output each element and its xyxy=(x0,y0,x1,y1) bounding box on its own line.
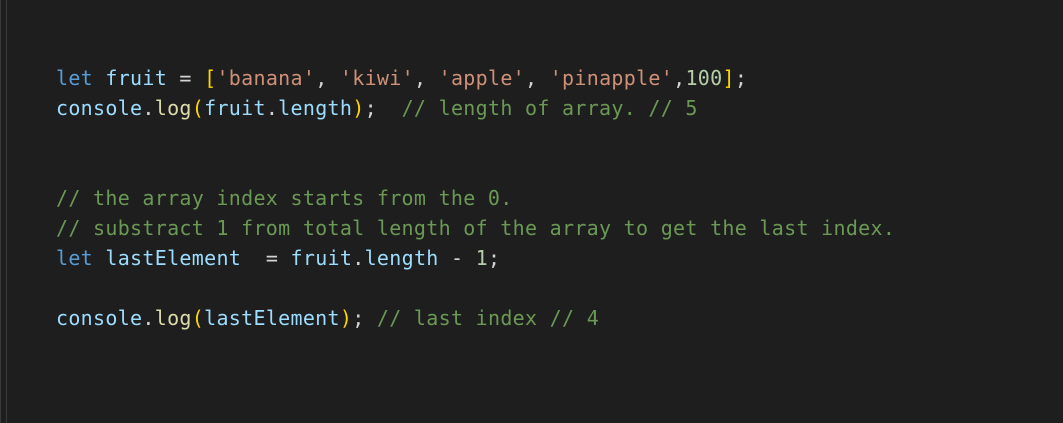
code-line[interactable] xyxy=(56,123,895,153)
code-token: fruit xyxy=(105,66,168,90)
code-token: let xyxy=(56,66,94,90)
code-token: 1 xyxy=(475,246,488,270)
code-line[interactable]: console.log(fruit.length); // length of … xyxy=(56,93,895,123)
code-token: , xyxy=(525,66,550,90)
code-token: . xyxy=(352,246,365,270)
code-token: // last index // 4 xyxy=(376,306,600,330)
code-line[interactable] xyxy=(56,273,895,303)
code-line[interactable]: // substract 1 from total length of the … xyxy=(56,213,895,243)
code-token: . xyxy=(142,96,155,120)
editor-gutter-divider xyxy=(6,0,7,423)
code-token: log xyxy=(154,96,192,120)
code-token: console xyxy=(56,96,143,120)
code-token: // the array index starts from the 0. xyxy=(56,186,513,210)
code-token: ; xyxy=(364,96,402,120)
code-token: , xyxy=(673,66,686,90)
code-token: . xyxy=(265,96,279,120)
code-token: ) xyxy=(352,96,365,120)
code-token: ] xyxy=(722,66,735,90)
code-token: 'banana' xyxy=(216,66,316,90)
code-token: 'pinapple' xyxy=(549,66,674,90)
code-token: log xyxy=(154,306,192,330)
code-line[interactable]: console.log(lastElement); // last index … xyxy=(56,303,895,333)
code-token: lastElement xyxy=(204,306,340,330)
code-token: fruit xyxy=(290,246,353,270)
code-token: 100 xyxy=(685,66,723,90)
code-line[interactable]: let lastElement = fruit.length - 1; xyxy=(56,243,895,273)
code-token: length xyxy=(278,96,353,120)
code-token: ; xyxy=(734,66,748,90)
code-token: length xyxy=(364,246,439,270)
code-token: [ xyxy=(204,66,217,90)
code-area[interactable]: let fruit = ['banana', 'kiwi', 'apple', … xyxy=(56,63,895,333)
code-token: ; xyxy=(488,246,501,270)
code-token: // substract 1 from total length of the … xyxy=(56,216,896,240)
code-token: ; xyxy=(352,306,377,330)
code-token: fruit xyxy=(204,96,266,120)
code-token: ) xyxy=(339,306,353,330)
code-token: , xyxy=(413,66,439,90)
code-token: console xyxy=(56,306,143,330)
code-line[interactable] xyxy=(56,153,895,183)
code-line[interactable]: let fruit = ['banana', 'kiwi', 'apple', … xyxy=(56,63,895,93)
code-token: = xyxy=(167,66,205,90)
code-token: . xyxy=(142,306,155,330)
code-token: ( xyxy=(191,306,205,330)
code-token: , xyxy=(315,66,340,90)
code-token: 'apple' xyxy=(438,66,526,90)
code-token: // length of array. // 5 xyxy=(401,96,698,120)
code-token: = xyxy=(241,246,291,270)
code-line[interactable]: // the array index starts from the 0. xyxy=(56,183,895,213)
code-token: ( xyxy=(191,96,205,120)
code-token: 'kiwi' xyxy=(339,66,414,90)
code-token: let xyxy=(56,246,94,270)
code-token: - xyxy=(438,246,476,270)
code-editor[interactable]: let fruit = ['banana', 'kiwi', 'apple', … xyxy=(0,0,1063,423)
code-token: lastElement xyxy=(105,246,242,270)
